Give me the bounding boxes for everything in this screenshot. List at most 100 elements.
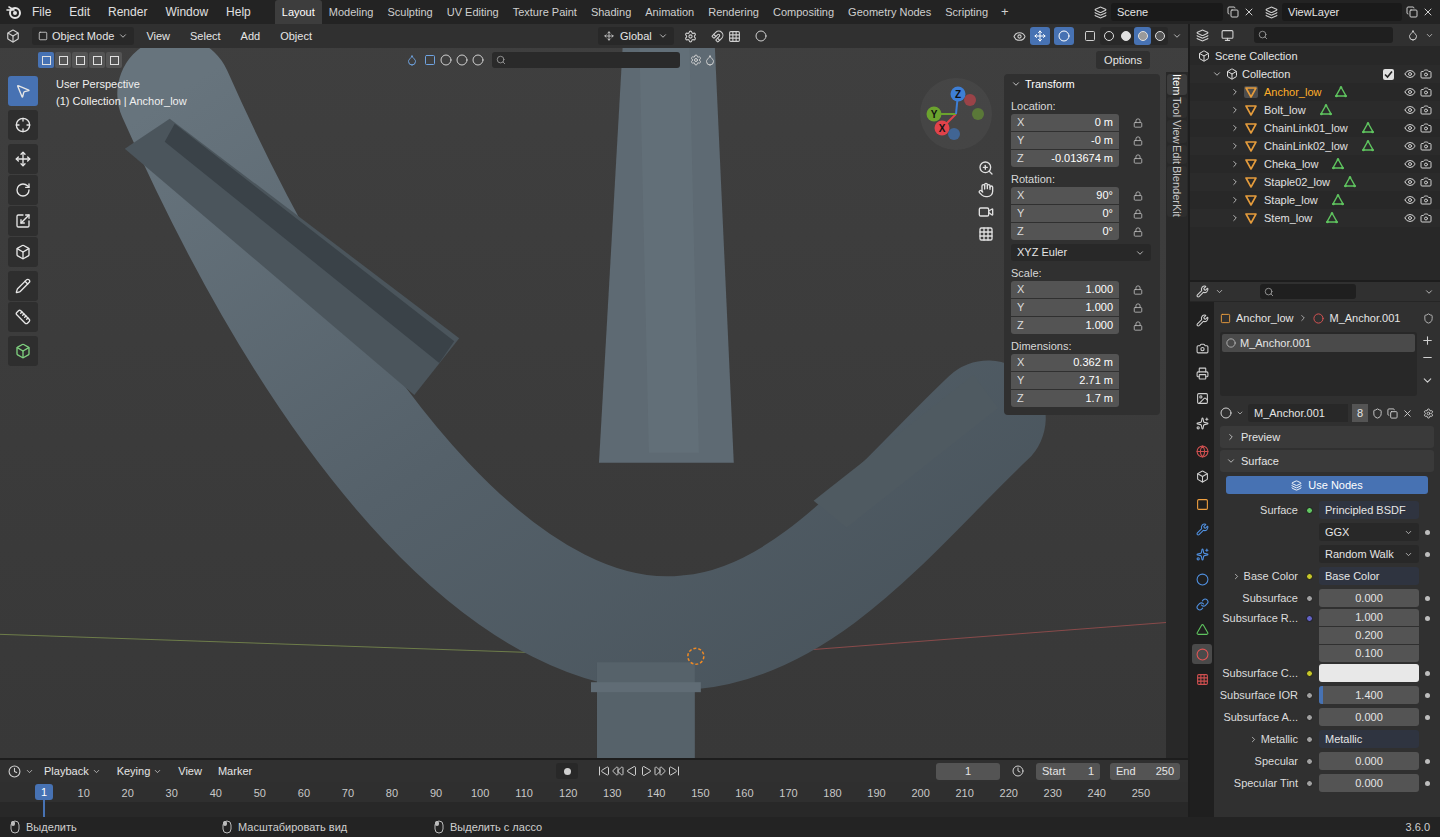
mesh-data-icon[interactable] xyxy=(1362,122,1374,134)
chevron-down-icon[interactable] xyxy=(1236,409,1244,417)
number-field[interactable]: Z1.7 m xyxy=(1011,390,1119,407)
properties-tab-physics[interactable] xyxy=(1192,569,1212,589)
number-field[interactable]: X90° xyxy=(1011,187,1119,204)
render-camera-icon[interactable] xyxy=(1420,122,1432,134)
timeline-menu[interactable]: Playback xyxy=(38,763,107,780)
keyframe-decorator-icon[interactable] xyxy=(1425,693,1430,698)
linked-socket-field[interactable]: Metallic xyxy=(1319,730,1419,748)
expand-icon[interactable] xyxy=(1232,572,1241,581)
keyframe-decorator-icon[interactable] xyxy=(1425,759,1430,764)
eye-icon[interactable] xyxy=(1404,68,1416,80)
tool-scale[interactable] xyxy=(8,206,38,236)
chevron-right-icon[interactable] xyxy=(1230,87,1240,97)
outliner-row[interactable]: Staple02_low xyxy=(1190,173,1440,191)
chevron-down-icon[interactable] xyxy=(1172,31,1182,41)
mesh-data-icon[interactable] xyxy=(1332,158,1344,170)
chevron-right-icon[interactable] xyxy=(1230,123,1240,133)
material-slot[interactable]: M_Anchor.001 xyxy=(1222,334,1415,352)
sidebar-tab[interactable]: View xyxy=(1167,120,1187,144)
user-count[interactable]: 8 xyxy=(1352,404,1368,422)
socket-icon[interactable] xyxy=(1306,714,1313,721)
copy-icon[interactable] xyxy=(1406,6,1418,18)
workspace-tab[interactable]: UV Editing xyxy=(440,0,506,24)
mesh-data-icon[interactable] xyxy=(1344,176,1356,188)
slider-field[interactable]: 1.400 xyxy=(1319,686,1419,704)
zoom-icon[interactable] xyxy=(978,160,994,176)
workspace-tab[interactable]: Modeling xyxy=(322,0,381,24)
scene-field[interactable]: Scene xyxy=(1111,3,1223,21)
eye-icon[interactable] xyxy=(1404,104,1416,116)
copy-icon[interactable] xyxy=(1227,6,1239,18)
transform-panel-header[interactable]: Transform xyxy=(1011,74,1153,94)
socket-icon[interactable] xyxy=(1306,595,1313,602)
chevron-down-icon[interactable] xyxy=(1212,69,1222,79)
slider-field[interactable]: 0.000 xyxy=(1319,752,1419,770)
outliner-row[interactable]: Anchor_low xyxy=(1190,83,1440,101)
tool-rotate[interactable] xyxy=(8,175,38,205)
panel-header[interactable]: Surface xyxy=(1220,450,1434,472)
lock-icon[interactable] xyxy=(1133,154,1143,164)
close-icon[interactable] xyxy=(1422,6,1434,18)
filter-other-icon[interactable] xyxy=(472,54,484,66)
number-field[interactable]: Z0° xyxy=(1011,223,1119,240)
fake-user-icon[interactable] xyxy=(1372,408,1383,419)
enum-dropdown[interactable]: Random Walk xyxy=(1319,545,1419,563)
3d-viewport[interactable]: Object ModeViewSelectAddObjectGlobalOpti… xyxy=(0,24,1188,758)
editor-type-icon[interactable] xyxy=(1196,29,1209,42)
pin-icon[interactable] xyxy=(1423,313,1434,324)
render-camera-icon[interactable] xyxy=(1420,68,1432,80)
outliner-row[interactable]: Collection xyxy=(1190,65,1440,83)
tool-annotate[interactable] xyxy=(8,271,38,301)
socket-icon[interactable] xyxy=(1306,692,1313,699)
render-camera-icon[interactable] xyxy=(1420,104,1432,116)
mesh-data-icon[interactable] xyxy=(1320,104,1332,116)
expand-icon[interactable] xyxy=(1249,735,1258,744)
use-nodes-button[interactable]: Use Nodes xyxy=(1226,476,1428,494)
panel-header[interactable]: Preview xyxy=(1220,426,1434,448)
sidebar-tab[interactable]: BlenderKit xyxy=(1167,166,1187,217)
tool-add-cube[interactable] xyxy=(8,336,38,366)
lock-icon[interactable] xyxy=(1133,136,1143,146)
snap-icon[interactable] xyxy=(711,30,724,43)
menu-item[interactable]: File xyxy=(24,3,59,21)
lock-icon[interactable] xyxy=(1133,321,1143,331)
start-frame-field[interactable]: Start1 xyxy=(1036,763,1100,780)
stopwatch-icon[interactable] xyxy=(1012,765,1024,777)
jump-end-icon[interactable] xyxy=(668,765,680,777)
chevron-down-icon[interactable] xyxy=(1424,287,1434,297)
shading-mode-button[interactable] xyxy=(1117,27,1134,45)
eye-icon[interactable] xyxy=(1404,158,1416,170)
xray-icon[interactable] xyxy=(1084,30,1096,42)
chevron-right-icon[interactable] xyxy=(1230,105,1240,115)
vector-field[interactable]: 0.100 xyxy=(1319,645,1419,662)
end-frame-field[interactable]: End250 xyxy=(1110,763,1180,780)
display-mode-icon[interactable] xyxy=(1221,29,1234,42)
add-workspace-button[interactable]: + xyxy=(995,2,1015,22)
chevron-down-icon[interactable] xyxy=(1215,287,1224,296)
properties-tab-scene[interactable] xyxy=(1192,413,1212,433)
view-layer-icon[interactable] xyxy=(1265,6,1278,19)
viewport-menu[interactable]: View xyxy=(138,28,178,45)
collection-checkbox[interactable] xyxy=(1383,69,1394,80)
socket-icon[interactable] xyxy=(1306,615,1313,622)
chevron-right-icon[interactable] xyxy=(1230,213,1240,223)
sidebar-tab[interactable]: Item xyxy=(1167,74,1187,95)
linked-socket-field[interactable]: Principled BSDF xyxy=(1319,501,1419,519)
pivot-icon[interactable] xyxy=(684,30,697,43)
lock-icon[interactable] xyxy=(1133,191,1143,201)
linked-socket-field[interactable]: Base Color xyxy=(1319,567,1419,585)
keyframe-decorator-icon[interactable] xyxy=(1425,715,1430,720)
funnel-icon[interactable] xyxy=(704,54,716,66)
chevron-right-icon[interactable] xyxy=(1230,195,1240,205)
lock-icon[interactable] xyxy=(1133,303,1143,313)
slider-field[interactable]: 0.000 xyxy=(1319,774,1419,792)
slot-menu-icon[interactable] xyxy=(1421,374,1434,387)
viewport-menu[interactable]: Add xyxy=(233,28,269,45)
workspace-tab[interactable]: Shading xyxy=(584,0,638,24)
workspace-tab[interactable]: Scripting xyxy=(938,0,995,24)
shading-mode-button[interactable] xyxy=(1100,27,1117,45)
tool-select[interactable] xyxy=(8,76,38,106)
socket-icon[interactable] xyxy=(1306,780,1313,787)
eye-icon[interactable] xyxy=(1404,86,1416,98)
keyframe-decorator-icon[interactable] xyxy=(1425,616,1430,621)
